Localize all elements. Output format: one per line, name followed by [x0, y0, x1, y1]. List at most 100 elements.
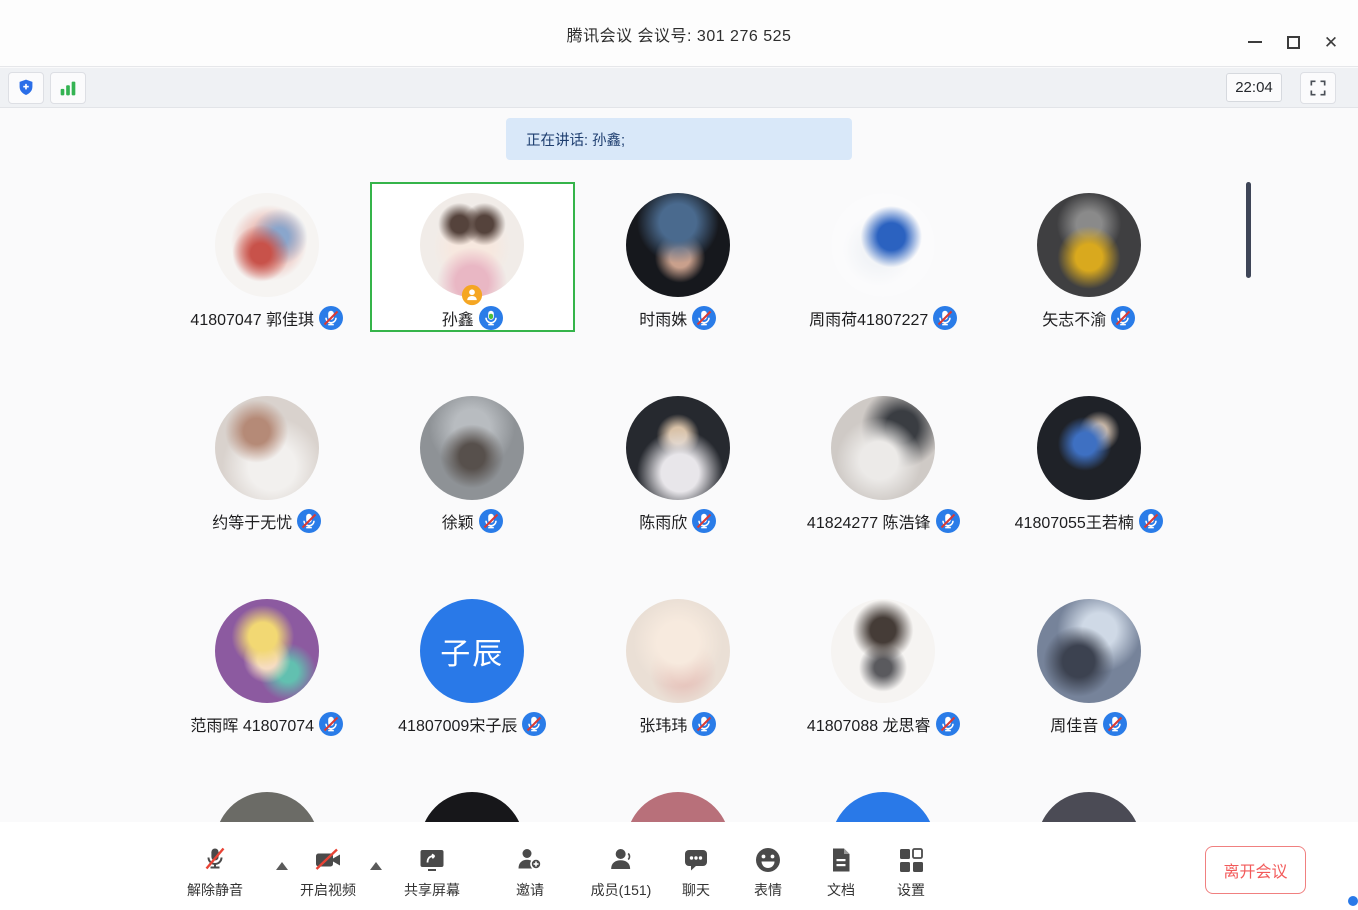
participant-name: 41807047 郭佳琪 — [190, 306, 314, 330]
title-bar: 腾讯会议 会议号: 301 276 525 ✕ — [0, 0, 1358, 67]
participant-name: 41807009宋子辰 — [398, 712, 517, 736]
leave-meeting-button[interactable]: 离开会议 — [1205, 846, 1306, 894]
participant-name: 时雨姝 — [639, 306, 687, 330]
participant-tile[interactable]: 范雨晖 41807074 — [164, 588, 370, 738]
minimize-icon — [1248, 41, 1262, 43]
mic-muted-icon — [479, 509, 503, 533]
settings-grid-icon — [895, 844, 927, 876]
participant-avatar — [831, 396, 935, 500]
maximize-icon — [1287, 36, 1300, 49]
mic-muted-icon — [319, 306, 343, 330]
minimize-button[interactable] — [1236, 26, 1274, 58]
fullscreen-button[interactable] — [1300, 72, 1336, 104]
participant-name: 41807088 龙思睿 — [807, 712, 931, 736]
cursor-dot — [1348, 896, 1358, 906]
shield-plus-icon — [15, 77, 37, 99]
mic-muted-icon — [692, 509, 716, 533]
close-icon: ✕ — [1324, 34, 1338, 51]
settings-button[interactable]: 设置 — [895, 844, 927, 900]
participant-name: 周雨荷41807227 — [809, 306, 928, 330]
mic-active-icon — [479, 306, 503, 330]
share-screen-button[interactable]: 共享屏幕 — [404, 844, 460, 900]
participant-tile[interactable]: 41807055王若楠 — [986, 385, 1192, 535]
participant-avatar — [1037, 599, 1141, 703]
scrollbar-thumb[interactable] — [1246, 182, 1251, 278]
participant-name-row: 范雨晖 41807074 — [190, 712, 343, 736]
meeting-timer: 22:04 — [1226, 73, 1282, 102]
start-video-label: 开启视频 — [300, 880, 356, 900]
network-quality-button[interactable] — [50, 72, 86, 104]
meeting-status-bar: 22:04 — [0, 68, 1358, 108]
docs-label: 文档 — [827, 880, 855, 900]
invite-button[interactable]: 邀请 — [514, 844, 546, 900]
window-controls: ✕ — [1236, 26, 1350, 58]
meeting-security-button[interactable] — [8, 72, 44, 104]
participant-avatar — [626, 599, 730, 703]
participant-name: 张玮玮 — [639, 712, 687, 736]
participant-tile[interactable]: 周雨荷41807227 — [781, 182, 987, 332]
participant-name: 矢志不渝 — [1042, 306, 1106, 330]
participant-avatar — [626, 396, 730, 500]
participant-name: 陈雨欣 — [639, 509, 687, 533]
unmute-button[interactable]: 解除静音 — [187, 844, 243, 900]
participant-tile[interactable]: 41807047 郭佳琪 — [164, 182, 370, 332]
participant-name: 41807055王若楠 — [1015, 509, 1134, 533]
close-button[interactable]: ✕ — [1312, 26, 1350, 58]
mic-muted-icon — [692, 712, 716, 736]
participant-avatar — [215, 599, 319, 703]
participant-name: 徐颖 — [442, 509, 474, 533]
emoji-button[interactable]: 表情 — [752, 844, 784, 900]
participant-tile[interactable]: 周佳音 — [986, 588, 1192, 738]
participant-name-row: 41807009宋子辰 — [398, 712, 546, 736]
participant-tile[interactable]: 徐颖 — [370, 385, 576, 535]
window-title: 腾讯会议 会议号: 301 276 525 — [0, 0, 1358, 67]
chat-label: 聊天 — [682, 880, 710, 900]
participant-tile[interactable]: 张玮玮 — [575, 588, 781, 738]
participant-tile[interactable]: 约等于无忧 — [164, 385, 370, 535]
bottom-toolbar: 解除静音 开启视频 共享屏幕 邀请 — [0, 822, 1358, 910]
participant-tile[interactable]: 孙鑫 — [370, 182, 576, 332]
participant-tile[interactable]: 41807088 龙思睿 — [781, 588, 987, 738]
participant-avatar: 子辰 — [420, 599, 524, 703]
speaking-banner: 正在讲话: 孙鑫; — [506, 118, 852, 160]
partial-avatar — [626, 792, 730, 822]
participant-avatar — [215, 396, 319, 500]
participant-avatar — [215, 193, 319, 297]
settings-label: 设置 — [897, 880, 925, 900]
partial-avatar — [831, 792, 935, 822]
participant-name: 周佳音 — [1050, 712, 1098, 736]
partial-avatar — [215, 792, 319, 822]
chat-bubble-icon — [680, 844, 712, 876]
invite-person-icon — [514, 844, 546, 876]
mic-muted-icon — [297, 509, 321, 533]
participant-tile[interactable]: 子辰 41807009宋子辰 — [370, 588, 576, 738]
docs-button[interactable]: 文档 — [825, 844, 857, 900]
chat-button[interactable]: 聊天 — [680, 844, 712, 900]
participant-avatar — [420, 193, 524, 297]
participant-tile[interactable]: 陈雨欣 — [575, 385, 781, 535]
participant-name: 41824277 陈浩锋 — [807, 509, 931, 533]
participant-name-row: 陈雨欣 — [639, 509, 716, 533]
participant-name-row: 时雨姝 — [639, 306, 716, 330]
video-options-arrow[interactable] — [370, 862, 382, 870]
mic-muted-icon — [1139, 509, 1163, 533]
members-button[interactable]: 成员(151) — [591, 844, 652, 900]
host-badge-icon — [461, 284, 483, 306]
audio-options-arrow[interactable] — [276, 862, 288, 870]
participant-tile[interactable]: 时雨姝 — [575, 182, 781, 332]
participant-avatar — [626, 193, 730, 297]
start-video-button[interactable]: 开启视频 — [300, 844, 356, 900]
unmute-label: 解除静音 — [187, 880, 243, 900]
signal-bars-icon — [57, 77, 79, 99]
maximize-button[interactable] — [1274, 26, 1312, 58]
partial-participant-row — [164, 792, 1194, 822]
mic-muted-icon — [936, 509, 960, 533]
participant-grid: 41807047 郭佳琪 — [164, 170, 1192, 779]
emoji-label: 表情 — [754, 880, 782, 900]
document-icon — [825, 844, 857, 876]
members-label: 成员(151) — [591, 880, 652, 900]
participant-tile[interactable]: 41824277 陈浩锋 — [781, 385, 987, 535]
participant-tile[interactable]: 矢志不渝 — [986, 182, 1192, 332]
share-screen-label: 共享屏幕 — [404, 880, 460, 900]
partial-avatar — [420, 792, 524, 822]
